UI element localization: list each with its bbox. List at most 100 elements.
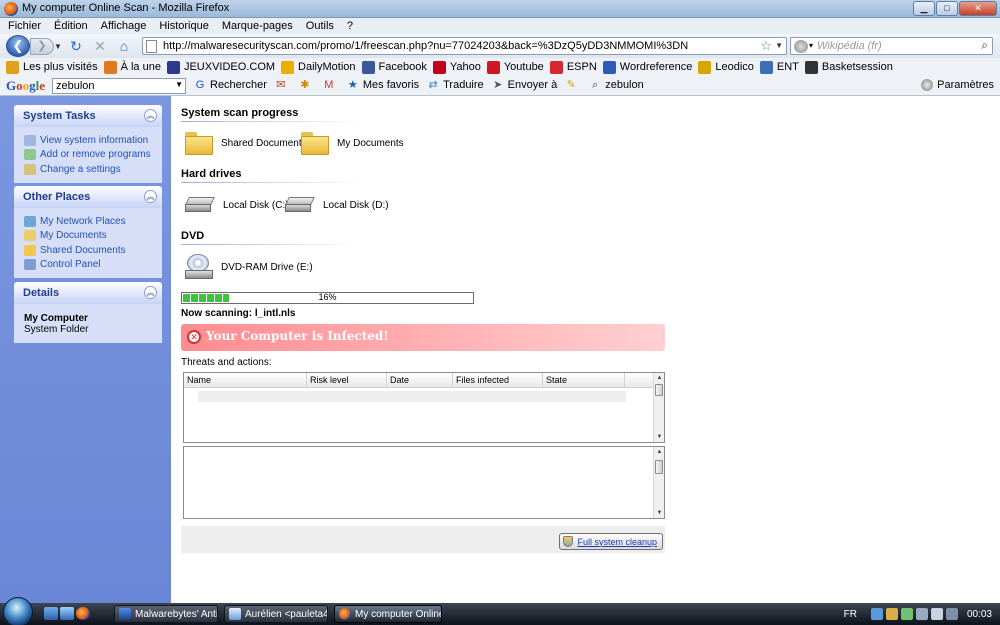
google-tool-7[interactable]: ✎: [565, 79, 581, 91]
link-view-system-information[interactable]: View system information: [24, 133, 154, 148]
menu-fichier[interactable]: Fichier: [0, 18, 46, 34]
history-dropdown-icon[interactable]: ▼: [54, 42, 62, 51]
drive-c[interactable]: Local Disk (C:): [185, 196, 289, 214]
column-risk-level[interactable]: Risk level: [307, 373, 387, 388]
start-button[interactable]: [3, 597, 33, 625]
bookmark-3[interactable]: DailyMotion: [281, 60, 356, 74]
google-tool-3[interactable]: M: [323, 79, 339, 91]
scroll-up-icon[interactable]: ▲: [654, 373, 665, 383]
link-my-documents[interactable]: My Documents: [24, 229, 154, 244]
maximize-button[interactable]: □: [936, 1, 958, 16]
menu-edition[interactable]: Édition: [46, 18, 93, 34]
bookmark-5[interactable]: Yahoo: [432, 60, 481, 74]
show-desktop-icon[interactable]: [44, 607, 58, 620]
google-tool-6[interactable]: ➤ Envoyer à: [492, 79, 557, 91]
collapse-icon[interactable]: ︽: [144, 190, 157, 203]
column-date[interactable]: Date: [387, 373, 453, 388]
details-header[interactable]: Details ︽: [14, 282, 162, 304]
url-bar[interactable]: http://malwaresecurityscan.com/promo/1/f…: [142, 37, 787, 55]
task-firefox-active[interactable]: My computer Online...: [334, 605, 442, 623]
bookmark-7[interactable]: ESPN: [549, 60, 597, 74]
tray-network-icon[interactable]: [915, 608, 928, 620]
bookmark-2[interactable]: JEUXVIDEO.COM: [166, 60, 275, 74]
bookmark-11[interactable]: Basketsession: [804, 60, 893, 74]
column-state[interactable]: State: [543, 373, 625, 388]
google-tool-4[interactable]: ★ Mes favoris: [347, 79, 419, 91]
task-malwarebytes[interactable]: Malwarebytes' Anti-...: [114, 605, 218, 623]
search-bar[interactable]: ▾ Wikipédia (fr) ⌕: [790, 37, 993, 55]
magnifier-icon[interactable]: ⌕: [981, 38, 988, 53]
menu-historique[interactable]: Historique: [151, 18, 214, 34]
menu-marque-pages[interactable]: Marque-pages: [214, 18, 298, 34]
link-add-remove-programs[interactable]: Add or remove programs: [24, 148, 154, 163]
minimize-button[interactable]: ▁: [913, 1, 935, 16]
other-places-header[interactable]: Other Places ︽: [14, 186, 162, 208]
bookmark-6[interactable]: Youtube: [486, 60, 544, 74]
bookmark-4[interactable]: Facebook: [361, 60, 427, 74]
bookmark-9[interactable]: Leodico: [698, 60, 754, 74]
back-button[interactable]: ❮: [6, 35, 30, 57]
google-tool-1[interactable]: ✉: [275, 79, 291, 91]
collapse-icon[interactable]: ︽: [144, 109, 157, 122]
stop-icon[interactable]: ✕: [92, 38, 108, 54]
threats-table[interactable]: Name Risk level Date Files infected Stat…: [183, 372, 665, 443]
menu-outils[interactable]: Outils: [298, 18, 339, 34]
google-tool-2[interactable]: ✱: [299, 79, 315, 91]
google-tool-0[interactable]: G Rechercher: [194, 79, 267, 91]
column-name[interactable]: Name: [184, 373, 307, 388]
now-scanning-label: Now scanning:: [181, 308, 253, 319]
tray-volume-icon[interactable]: [930, 608, 943, 620]
reload-icon[interactable]: ↻: [68, 38, 84, 54]
google-search-dropdown-icon[interactable]: ▼: [175, 80, 183, 89]
bookmark-star-icon[interactable]: ☆: [760, 38, 772, 54]
folder-my-documents[interactable]: My Documents: [301, 132, 404, 155]
tray-bluetooth-icon[interactable]: [870, 608, 883, 620]
drive-d[interactable]: Local Disk (D:): [285, 196, 389, 214]
switch-windows-icon[interactable]: [60, 607, 74, 620]
scroll-thumb[interactable]: [655, 384, 663, 396]
firefox-quicklaunch-icon[interactable]: [76, 607, 90, 620]
details-scrollbar[interactable]: ▲ ▼: [653, 447, 664, 518]
bookmark-8[interactable]: Wordreference: [602, 60, 692, 74]
home-icon[interactable]: ⌂: [116, 38, 132, 54]
tray-app-icon[interactable]: [900, 608, 913, 620]
settings-button[interactable]: Paramètres: [921, 79, 994, 91]
url-dropdown-icon[interactable]: ▼: [775, 41, 783, 50]
engine-dropdown-icon[interactable]: ▾: [809, 41, 813, 50]
search-engine-icon[interactable]: [794, 40, 808, 53]
menu-help[interactable]: ?: [339, 18, 358, 34]
link-shared-documents[interactable]: Shared Documents: [24, 243, 154, 258]
threat-details-box[interactable]: ▲ ▼: [183, 446, 665, 519]
scroll-thumb[interactable]: [655, 460, 663, 474]
scroll-down-icon[interactable]: ▼: [654, 508, 665, 518]
collapse-icon[interactable]: ︽: [144, 286, 157, 299]
google-logo[interactable]: Google: [6, 78, 45, 94]
folder-shared-documents[interactable]: Shared Documents: [185, 132, 307, 155]
bookmark-10[interactable]: ENT: [759, 60, 799, 74]
clock[interactable]: 00:03: [967, 609, 992, 620]
table-row[interactable]: [198, 391, 626, 402]
scroll-up-icon[interactable]: ▲: [654, 447, 665, 457]
system-tasks-header[interactable]: System Tasks ︽: [14, 105, 162, 127]
dvd-drive-e[interactable]: DVD-RAM Drive (E:): [185, 254, 313, 280]
language-indicator[interactable]: FR: [844, 609, 857, 620]
tray-security-icon[interactable]: [885, 608, 898, 620]
link-change-settings[interactable]: Change a settings: [24, 162, 154, 177]
forward-button[interactable]: ❯: [30, 38, 54, 55]
google-tool-8[interactable]: ⌕ zebulon: [589, 79, 644, 91]
bookmark-1[interactable]: À la une: [103, 60, 161, 74]
full-system-cleanup-button[interactable]: Full system cleanup: [559, 533, 663, 550]
link-my-network-places[interactable]: My Network Places: [24, 214, 154, 229]
column-files-infected[interactable]: Files infected: [453, 373, 543, 388]
table-scrollbar[interactable]: ▲ ▼: [653, 373, 664, 442]
ent-icon: [759, 60, 773, 74]
close-button[interactable]: ✕: [959, 1, 997, 16]
task-aurelien[interactable]: Aurélien <pauleta43....: [224, 605, 328, 623]
menu-affichage[interactable]: Affichage: [93, 18, 152, 34]
google-tool-5[interactable]: ⇄ Traduire: [427, 79, 484, 91]
link-control-panel[interactable]: Control Panel: [24, 258, 154, 273]
tray-power-icon[interactable]: [945, 608, 958, 620]
google-search-input[interactable]: zebulon ▼: [52, 78, 186, 94]
scroll-down-icon[interactable]: ▼: [654, 432, 665, 442]
bookmark-0[interactable]: Les plus visités: [6, 60, 98, 74]
